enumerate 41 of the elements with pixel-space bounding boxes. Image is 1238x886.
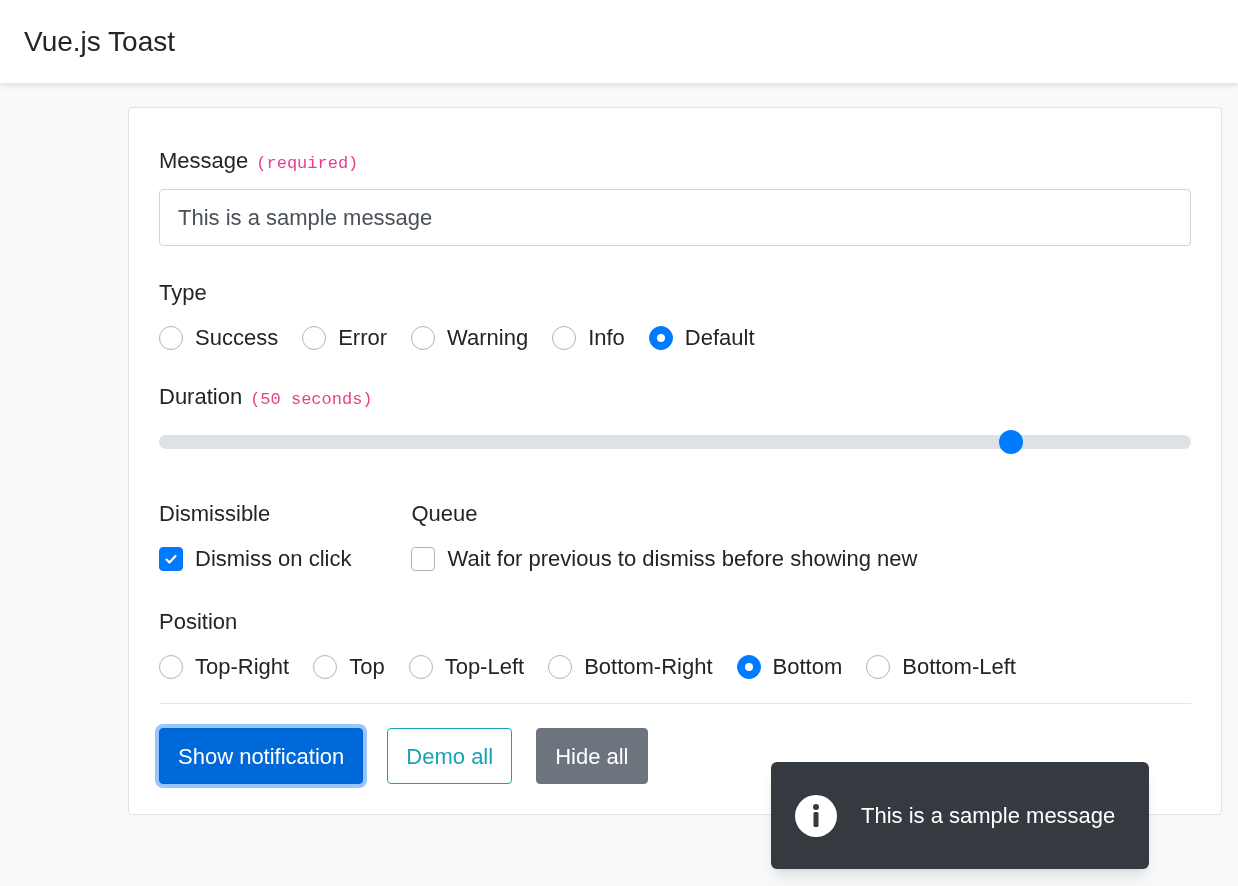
radio-button[interactable] <box>408 654 433 679</box>
radio-button[interactable] <box>648 325 673 350</box>
radio-option[interactable]: Success <box>159 321 279 354</box>
radio-option[interactable]: Bottom-Left <box>866 650 1016 683</box>
radio-option[interactable]: Default <box>648 321 755 354</box>
field-label: Duration <box>159 383 243 411</box>
radio-option[interactable]: Top <box>313 650 385 683</box>
radio-button[interactable] <box>313 654 338 679</box>
radio-option[interactable]: Top-Left <box>408 650 525 683</box>
radio-button[interactable] <box>552 325 577 350</box>
field-label: Dismissible <box>159 500 272 528</box>
info-icon <box>795 794 837 837</box>
radio-button[interactable] <box>159 654 183 679</box>
radio-button[interactable] <box>159 325 183 350</box>
radio-button[interactable] <box>736 654 761 679</box>
radio-option[interactable]: Warning <box>411 321 529 354</box>
field-hint: (required) <box>256 153 359 175</box>
radio-option[interactable]: Top-Right <box>159 650 290 683</box>
message-input[interactable]: This is a sample message <box>159 189 1191 246</box>
radio-option[interactable]: Bottom-Right <box>548 650 713 683</box>
checkbox[interactable] <box>411 546 436 571</box>
toast-message: This is a sample message <box>861 802 1116 830</box>
field-label: Message <box>159 147 249 175</box>
checkbox-option[interactable]: Dismiss on click <box>159 542 352 575</box>
radio-option[interactable]: Bottom <box>736 650 843 683</box>
radio-button[interactable] <box>866 654 891 679</box>
radio-option[interactable]: Info <box>552 321 625 354</box>
checkbox[interactable] <box>159 546 183 571</box>
action-button[interactable]: Hide all <box>536 728 648 784</box>
radio-button[interactable] <box>411 325 436 350</box>
field-hint: (50 seconds) <box>250 389 373 411</box>
radio-option[interactable]: Error <box>302 321 388 354</box>
field-label: Position <box>159 608 239 636</box>
duration-slider[interactable] <box>159 430 1191 454</box>
slider-thumb[interactable] <box>999 430 1024 454</box>
navbar-title: Vue.js Toast <box>24 24 175 59</box>
radio-button[interactable] <box>548 654 573 679</box>
field-label: Queue <box>411 500 479 528</box>
field-label: Type <box>159 279 208 307</box>
checkbox-option[interactable]: Wait for previous to dismiss before showing new <box>411 542 918 575</box>
radio-button[interactable] <box>302 325 327 350</box>
